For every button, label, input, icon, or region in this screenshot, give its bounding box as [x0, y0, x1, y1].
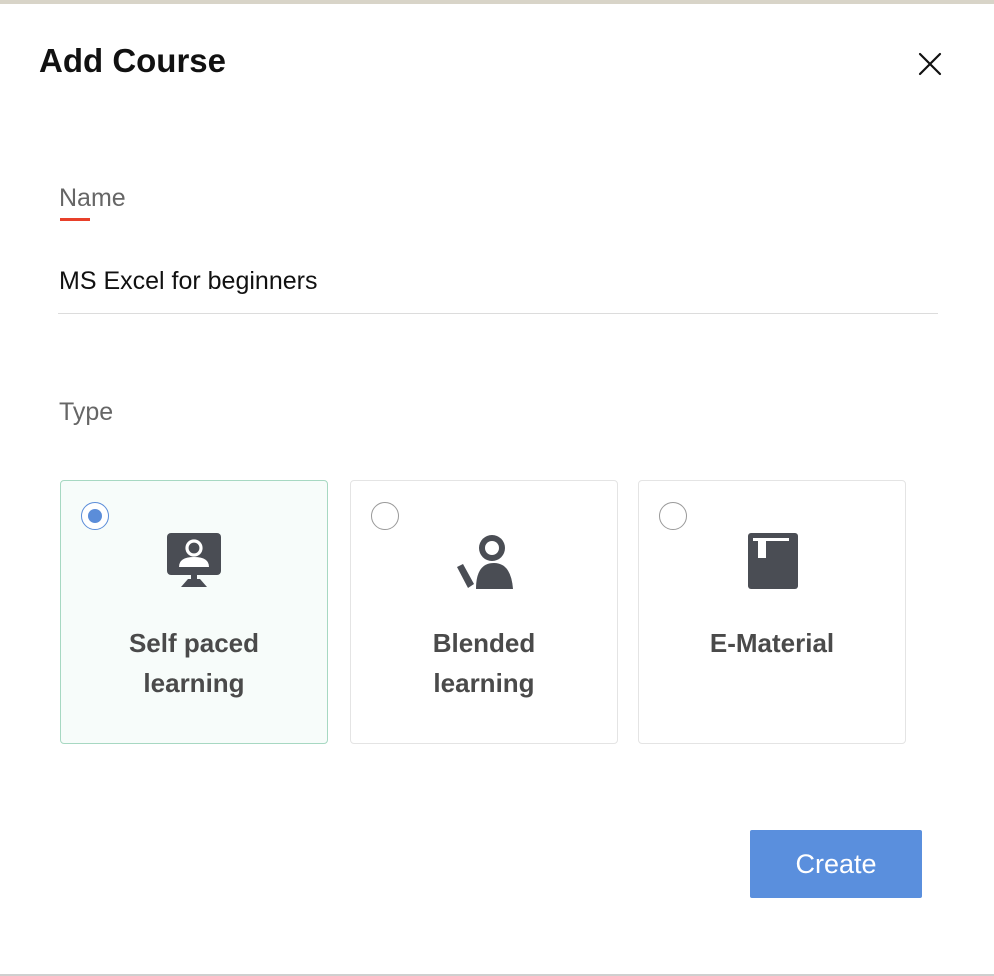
type-option-label: E-Material: [709, 628, 835, 658]
person-pointer-icon: [454, 531, 514, 591]
type-option-self-paced[interactable]: Self paced learning: [60, 480, 328, 744]
type-option-label: Blended learning: [432, 628, 536, 698]
name-label: Name: [59, 184, 126, 212]
course-name-input[interactable]: [58, 250, 938, 314]
monitor-person-icon: [164, 531, 224, 591]
type-option-label: Self paced learning: [128, 628, 260, 698]
book-icon: [742, 531, 802, 591]
dialog-title: Add Course: [39, 42, 227, 79]
type-option-blended[interactable]: Blended learning: [350, 480, 618, 744]
type-label: Type: [59, 398, 114, 426]
name-label-accent: [60, 218, 90, 221]
radio-blended[interactable]: [371, 502, 399, 530]
type-option-e-material[interactable]: E-Material: [638, 480, 906, 744]
radio-e-material[interactable]: [659, 502, 687, 530]
close-icon: [918, 52, 942, 76]
create-button[interactable]: Create: [750, 830, 922, 898]
close-button[interactable]: [910, 44, 950, 84]
radio-self-paced[interactable]: [81, 502, 109, 530]
add-course-dialog: Add Course Name Type Self paced learning: [0, 4, 994, 976]
